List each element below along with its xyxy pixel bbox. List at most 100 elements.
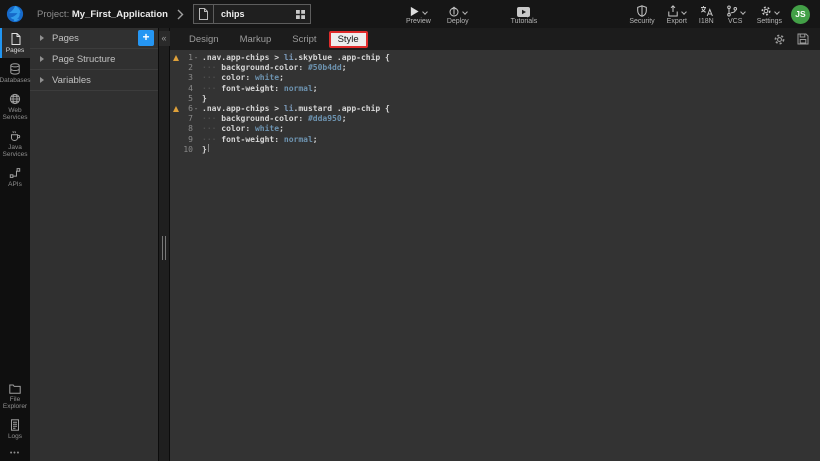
project-name: My_First_Application [72,9,168,20]
database-icon [9,63,21,75]
branch-icon [726,5,738,17]
code-area[interactable]: 1-.nav.app-chips > li.skyblue .app-chip … [170,50,820,461]
rail-item-java-services[interactable]: Java Services [0,125,30,162]
pages-icon [10,33,21,45]
pages-panel: Pages + Page Structure Variables [30,28,158,461]
divider-drag-handle[interactable] [162,236,166,260]
folder-icon [9,384,21,394]
collapse-panel-button[interactable]: « [159,31,170,46]
line-number: 9 [181,135,193,145]
code-line[interactable]: 8 ··· color: white; [170,124,820,134]
grid-view-icon[interactable] [296,10,305,19]
collapsed-arrow-icon [40,35,44,41]
code-text: ··· color: white; [199,73,284,83]
code-text: ··· font-weight: normal; [199,135,318,145]
warning-icon [173,106,179,112]
code-text: .nav.app-chips > li.skyblue .app-chip { [199,53,390,63]
coffee-icon [9,130,21,142]
save-button[interactable] [797,33,809,45]
line-number: 6 [181,104,193,114]
code-line[interactable]: 3 ··· color: white; [170,73,820,83]
rail-item-apis[interactable]: APIs [0,162,30,192]
i18n-button[interactable]: I18N [699,4,714,25]
tab-style[interactable]: Style [329,31,368,48]
collapsed-arrow-icon [40,77,44,83]
open-file-tab[interactable]: chips [193,4,311,24]
line-number: 4 [181,84,193,94]
line-number: 7 [181,114,193,124]
globe-icon [9,93,21,105]
code-line[interactable]: 1-.nav.app-chips > li.skyblue .app-chip … [170,53,820,63]
security-button[interactable]: Security [629,4,654,25]
tab-script[interactable]: Script [283,31,325,48]
editor-area: Design Markup Script Style 1-.nav.app-ch… [170,28,820,461]
rail-item-logs[interactable]: Logs [0,414,30,444]
wavemaker-logo[interactable] [0,0,30,28]
preview-button[interactable]: Preview [406,4,431,25]
code-line[interactable]: 7··· background-color: #dda950; [170,114,820,124]
line-number: 3 [181,73,193,83]
code-line[interactable]: 5} [170,94,820,104]
rail-item-databases[interactable]: Databases [0,58,30,88]
rail-item-file-explorer[interactable]: File Explorer [0,379,30,414]
rail-item-pages[interactable]: Pages [0,28,30,58]
code-line[interactable]: 6-.nav.app-chips > li.mustard .app-chip … [170,104,820,114]
editor-settings-button[interactable] [773,33,786,46]
add-page-button[interactable]: + [138,30,154,46]
export-button[interactable]: Export [667,4,687,25]
rail-item-web-services[interactable]: Web Services [0,88,30,125]
panel-section-variables[interactable]: Variables [30,70,158,91]
code-line[interactable]: 2 ··· background-color: #50b4dd; [170,63,820,73]
code-line[interactable]: 9 ··· font-weight: normal; [170,135,820,145]
settings-button[interactable]: Settings [757,4,782,25]
chevron-down-icon[interactable] [462,9,468,15]
code-text: .nav.app-chips > li.mustard .app-chip { [199,104,390,114]
chevron-down-icon[interactable] [774,9,780,15]
open-file-name: chips [214,9,296,19]
gear-icon [760,5,772,17]
user-avatar[interactable]: JS [791,5,810,24]
line-number: 10 [181,145,193,155]
chevron-right-icon [177,9,184,20]
code-text: ··· color: white; [199,124,284,134]
logs-icon [10,419,20,431]
top-bar: Project: My_First_Application chips Prev… [0,0,820,28]
gear-icon [773,33,786,46]
page-file-icon [194,5,214,23]
play-icon [409,6,420,17]
line-number: 8 [181,124,193,134]
code-text: ··· background-color: #50b4dd; [199,63,347,73]
export-icon [667,5,679,17]
code-text: } [199,94,207,104]
project-label: Project: [37,9,69,20]
vcs-button[interactable]: VCS [726,4,745,25]
gutter-warning-cell [170,106,181,112]
line-number: 5 [181,94,193,104]
code-line[interactable]: 10} [170,145,820,155]
chevron-down-icon[interactable] [423,9,429,15]
panel-section-page-structure[interactable]: Page Structure [30,49,158,70]
video-icon [517,7,530,17]
project-breadcrumb: Project: My_First_Application [37,9,168,20]
chevron-down-icon[interactable] [740,9,746,15]
panel-empty-area [30,91,158,461]
panel-divider: « [158,28,170,461]
shield-icon [636,5,648,17]
tutorials-button[interactable]: Tutorials [511,4,538,25]
deploy-button[interactable]: Deploy [447,4,469,25]
tab-markup[interactable]: Markup [231,31,281,48]
line-number: 2 [181,63,193,73]
warning-icon [173,55,179,61]
editor-tab-bar: Design Markup Script Style [170,28,820,50]
chevron-down-icon[interactable] [681,9,687,15]
wavemaker-logo-icon [6,5,24,23]
gutter-warning-cell [170,55,181,61]
text-cursor [208,144,209,152]
panel-section-pages[interactable]: Pages + [30,28,158,49]
tab-design[interactable]: Design [180,31,228,48]
code-text: ··· font-weight: normal; [199,84,318,94]
save-icon [797,33,809,45]
translate-icon [700,5,713,17]
code-line[interactable]: 4 ··· font-weight: normal; [170,84,820,94]
more-options-icon[interactable]: ••• [0,444,30,461]
